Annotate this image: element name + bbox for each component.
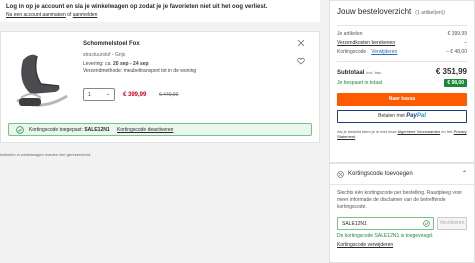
items-value: € 399,99	[447, 31, 467, 37]
quantity-select[interactable]: 1 ⌄	[83, 88, 115, 101]
saving-row: Je bespaart in totaal € 98,00	[337, 79, 467, 87]
product-name[interactable]: Schommelstoel Fox	[83, 40, 283, 49]
terms-link[interactable]: Algemene Voorwaarden	[397, 129, 440, 134]
deactivate-coupon-link[interactable]: Kortingscode deactiveren	[117, 127, 173, 133]
chevron-up-icon[interactable]: ⌃	[462, 170, 467, 179]
coupon-form: SALE12N1 Verzilveren	[337, 217, 467, 230]
create-account-link[interactable]: Nu een account aanmaken	[6, 12, 66, 18]
delivery-dates: 20 sep - 24 sep	[113, 61, 149, 67]
product-price: € 399,99	[123, 92, 147, 98]
overview-divider	[337, 25, 467, 26]
legal-notice: Als je besteld stem je in met onze Algem…	[337, 129, 467, 139]
coupon-applied-label: Kortingscode toegepast:	[29, 127, 83, 133]
login-or-text: of	[67, 12, 72, 18]
login-banner-links: Nu een account aanmaken of aanmelden	[6, 11, 314, 19]
remove-coupon-link-panel[interactable]: Kortingscode verwijderen	[337, 242, 467, 249]
coupon-panel: Kortingscode toevoegen ⌃ Slechts één kor…	[329, 163, 475, 263]
tag-icon	[337, 171, 344, 178]
reservation-note: Artikelen in winkelwagen worden niet ger…	[0, 152, 92, 157]
overview-title: Jouw besteloverzicht (1 artikel(en))	[337, 7, 467, 18]
checkout-button[interactable]: Naar kassa	[337, 93, 467, 106]
paypal-logo-pay: Pay	[406, 113, 417, 119]
coupon-panel-divider	[330, 184, 474, 185]
chevron-down-icon: ⌄	[105, 91, 110, 97]
delivery-estimate: Levering: ca. 20 sep - 24 sep	[83, 61, 283, 68]
coupon-input-value: SALE12N1	[342, 221, 367, 227]
subtotal-row: Subtotaal incl. btw. € 351,99	[337, 67, 467, 76]
remove-coupon-link[interactable]: Verwijderen	[371, 49, 397, 55]
product-image[interactable]	[11, 42, 73, 112]
product-variant: structuurstof - Grijs	[83, 52, 126, 58]
login-banner-title: Log in op je account en sla je winkelwag…	[6, 4, 268, 10]
saving-label: Je bespaart in totaal	[337, 80, 383, 86]
paypal-button[interactable]: Betalen met PayPal	[337, 110, 467, 123]
delivery-prefix: Levering: ca.	[83, 61, 112, 67]
order-overview: Jouw besteloverzicht (1 artikel(en)) Je a…	[329, 0, 475, 163]
subtotal-value: € 351,99	[435, 67, 467, 76]
close-icon[interactable]	[297, 39, 305, 47]
coupon-success-message: De kortingscode SALE12N1 is toegevoegd.	[337, 233, 434, 239]
shipping-method: Verzendmethode: meubeltransport tot in d…	[83, 68, 197, 74]
subtotal-note: incl. btw.	[366, 70, 382, 75]
check-circle-icon	[16, 126, 24, 134]
subtotal-label: Subtotaal	[337, 70, 365, 76]
check-circle-icon	[423, 220, 430, 227]
coupon-value: – € 48,00	[446, 49, 467, 55]
coupon-label: Kortingscode	[337, 49, 367, 55]
items-label: Je artikelen	[337, 31, 363, 37]
overview-row-coupon: Kortingscode Verwijderen – € 48,00	[337, 48, 467, 57]
coupon-panel-header[interactable]: Kortingscode toevoegen ⌃	[337, 170, 467, 179]
shipping-value: –	[464, 40, 467, 46]
coupon-description: Slechts één kortingscode per bestelling.…	[337, 190, 463, 210]
overview-row-items: Je artikelen € 399,99	[337, 30, 467, 39]
product-info: Schommelstoel Fox structuurstof - Grijs …	[83, 40, 283, 75]
calculate-shipping-link[interactable]: Verzendkosten berekenen	[337, 39, 395, 48]
product-old-price: € 449,99	[159, 92, 179, 98]
paypal-logo-pal: Pal	[416, 113, 426, 119]
saving-badge: € 98,00	[444, 79, 467, 87]
coupon-panel-title: Kortingscode toevoegen	[348, 171, 413, 177]
overview-title-text: Jouw besteloverzicht	[337, 7, 412, 16]
quantity-value: 1	[88, 92, 91, 98]
legal-mid: en het	[441, 129, 453, 134]
paypal-prefix: Betalen met	[378, 113, 405, 119]
login-banner: Log in op je account en sla je winkelwag…	[0, 0, 320, 22]
overview-row-shipping: Verzendkosten berekenen –	[337, 39, 467, 48]
order-sidebar: Jouw besteloverzicht (1 artikel(en)) Je a…	[329, 0, 475, 263]
coupon-input[interactable]: SALE12N1	[337, 217, 434, 230]
coupon-applied-bar: Kortingscode toegepast: SALE12N1 Korting…	[8, 123, 312, 136]
overview-count: (1 artikel(en))	[415, 10, 445, 16]
login-link[interactable]: aanmelden	[73, 12, 98, 18]
coupon-applied-code: SALE12N1	[84, 127, 110, 133]
heart-icon[interactable]	[297, 57, 305, 65]
subtotal-divider	[337, 61, 467, 62]
redeem-button[interactable]: Verzilveren	[437, 217, 467, 230]
